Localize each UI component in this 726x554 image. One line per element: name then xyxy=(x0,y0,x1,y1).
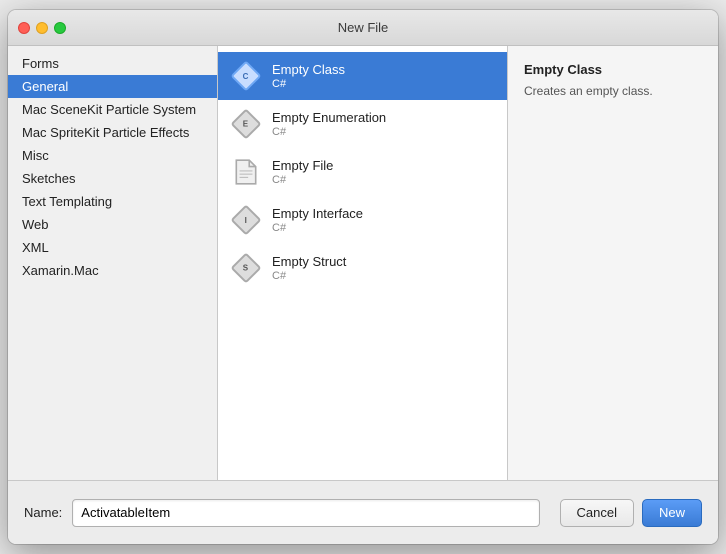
empty-class-text: Empty Class C# xyxy=(272,62,345,90)
minimize-button[interactable] xyxy=(36,22,48,34)
empty-file-text: Empty File C# xyxy=(272,158,333,186)
empty-enum-name: Empty Enumeration xyxy=(272,110,386,125)
close-button[interactable] xyxy=(18,22,30,34)
cancel-button[interactable]: Cancel xyxy=(560,499,634,527)
file-item-empty-interface[interactable]: I Empty Interface C# xyxy=(218,196,507,244)
empty-enum-icon: E xyxy=(230,108,262,140)
sidebar-item-xml[interactable]: XML xyxy=(8,236,217,259)
empty-struct-icon: S xyxy=(230,252,262,284)
file-item-empty-struct[interactable]: S Empty Struct C# xyxy=(218,244,507,292)
empty-interface-icon: I xyxy=(230,204,262,236)
detail-panel: Empty Class Creates an empty class. xyxy=(508,46,718,480)
empty-class-name: Empty Class xyxy=(272,62,345,77)
empty-class-sub: C# xyxy=(272,78,345,90)
maximize-button[interactable] xyxy=(54,22,66,34)
sidebar-item-mac-scenekit[interactable]: Mac SceneKit Particle System xyxy=(8,98,217,121)
file-item-empty-enumeration[interactable]: E Empty Enumeration C# xyxy=(218,100,507,148)
file-list: C Empty Class C# E xyxy=(218,46,508,480)
empty-struct-text: Empty Struct C# xyxy=(272,254,346,282)
bottom-bar: Name: Cancel New xyxy=(8,480,718,544)
empty-class-icon: C xyxy=(230,60,262,92)
detail-description: Creates an empty class. xyxy=(524,83,702,100)
traffic-lights xyxy=(18,22,66,34)
file-item-empty-file[interactable]: Empty File C# xyxy=(218,148,507,196)
empty-interface-name: Empty Interface xyxy=(272,206,363,221)
empty-struct-sub: C# xyxy=(272,270,346,282)
empty-file-name: Empty File xyxy=(272,158,333,173)
sidebar: Forms General Mac SceneKit Particle Syst… xyxy=(8,46,218,480)
sidebar-item-forms[interactable]: Forms xyxy=(8,52,217,75)
empty-file-icon xyxy=(230,156,262,188)
name-label: Name: xyxy=(24,505,62,520)
action-buttons: Cancel New xyxy=(560,499,702,527)
detail-title: Empty Class xyxy=(524,62,702,77)
sidebar-item-sketches[interactable]: Sketches xyxy=(8,167,217,190)
new-button[interactable]: New xyxy=(642,499,702,527)
empty-struct-name: Empty Struct xyxy=(272,254,346,269)
new-file-dialog: New File Forms General Mac SceneKit Part… xyxy=(8,10,718,544)
empty-interface-sub: C# xyxy=(272,222,363,234)
titlebar: New File xyxy=(8,10,718,46)
empty-enum-sub: C# xyxy=(272,126,386,138)
sidebar-item-xamarin-mac[interactable]: Xamarin.Mac xyxy=(8,259,217,282)
empty-enum-text: Empty Enumeration C# xyxy=(272,110,386,138)
empty-file-sub: C# xyxy=(272,174,333,186)
main-content: Forms General Mac SceneKit Particle Syst… xyxy=(8,46,718,480)
sidebar-item-mac-spritekit[interactable]: Mac SpriteKit Particle Effects xyxy=(8,121,217,144)
sidebar-item-misc[interactable]: Misc xyxy=(8,144,217,167)
file-item-empty-class[interactable]: C Empty Class C# xyxy=(218,52,507,100)
name-input[interactable] xyxy=(72,499,539,527)
sidebar-item-general[interactable]: General xyxy=(8,75,217,98)
empty-interface-text: Empty Interface C# xyxy=(272,206,363,234)
sidebar-item-web[interactable]: Web xyxy=(8,213,217,236)
sidebar-item-text-templating[interactable]: Text Templating xyxy=(8,190,217,213)
window-title: New File xyxy=(338,20,389,35)
